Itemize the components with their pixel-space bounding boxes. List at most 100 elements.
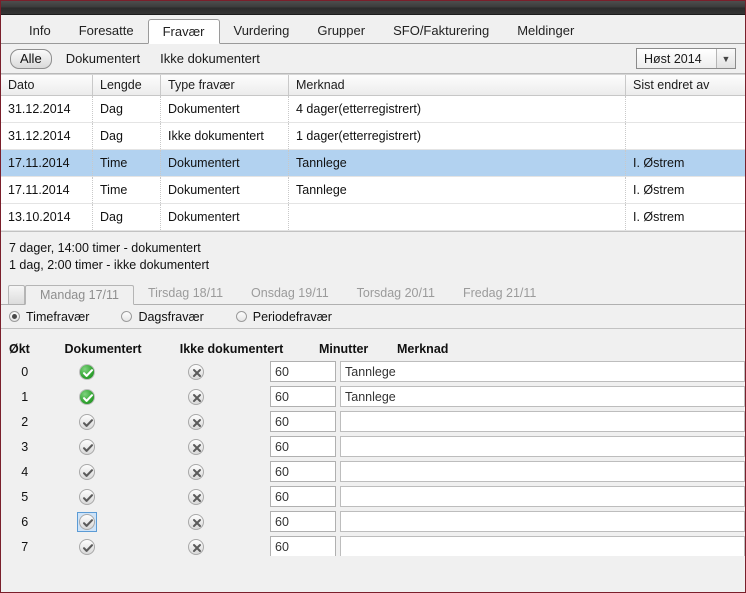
dokumentert-toggle[interactable] <box>77 462 97 482</box>
merknad-input[interactable] <box>340 536 745 556</box>
session-row: 3 <box>1 434 745 459</box>
merknad-input[interactable] <box>340 361 745 382</box>
tab-grupper[interactable]: Grupper <box>303 19 379 44</box>
minutter-input[interactable] <box>270 536 336 556</box>
radio-option-dagsfrav-r[interactable]: Dagsfravær <box>121 310 204 324</box>
check-circle-green-icon[interactable] <box>79 363 96 380</box>
chevron-down-icon: ▼ <box>716 49 735 68</box>
day-tab-torsdag-20-11[interactable]: Torsdag 20/11 <box>343 284 449 304</box>
check-circle-gray-icon[interactable] <box>79 513 96 530</box>
table-row[interactable]: 17.11.2014 Time Dokumentert Tannlege I. Østr… <box>1 177 745 204</box>
grid-cell-type: Dokumentert <box>161 96 289 122</box>
merknad-input[interactable] <box>340 436 745 457</box>
grid-col-header-sist-endret-av[interactable]: Sist endret av <box>626 75 745 95</box>
cross-circle-gray-icon[interactable] <box>188 513 205 530</box>
session-dokumentert-cell <box>48 511 126 532</box>
dokumentert-toggle[interactable] <box>77 362 97 382</box>
session-minutter-cell <box>266 461 336 482</box>
session-okt-value: 5 <box>21 490 29 504</box>
grid-col-header-lengde[interactable]: Lengde <box>93 75 161 95</box>
minutter-input[interactable] <box>270 386 336 407</box>
session-minutter-cell <box>266 436 336 457</box>
tab-vurdering[interactable]: Vurdering <box>220 19 304 44</box>
session-okt-number: 2 <box>1 414 48 429</box>
session-okt-number: 1 <box>1 389 48 404</box>
grid-cell-sist <box>626 96 745 122</box>
tab-meldinger[interactable]: Meldinger <box>503 19 588 44</box>
cross-circle-gray-icon[interactable] <box>188 413 205 430</box>
check-circle-gray-icon[interactable] <box>79 538 96 555</box>
day-tab-fredag-21-11[interactable]: Fredag 21/11 <box>449 284 550 304</box>
check-circle-green-icon[interactable] <box>79 388 96 405</box>
dokumentert-toggle[interactable] <box>77 387 97 407</box>
dokumentert-toggle[interactable] <box>77 487 97 507</box>
tab-info[interactable]: Info <box>15 19 65 44</box>
radio-button-icon[interactable] <box>9 311 20 322</box>
check-circle-gray-icon[interactable] <box>79 413 96 430</box>
minutter-input[interactable] <box>270 361 336 382</box>
session-dokumentert-cell <box>48 537 126 557</box>
cross-circle-gray-icon[interactable] <box>188 438 205 455</box>
grid-col-header-merknad[interactable]: Merknad <box>289 75 626 95</box>
session-col-header-okt: Økt <box>9 341 30 356</box>
cross-circle-gray-icon[interactable] <box>188 488 205 505</box>
grid-col-header-dato[interactable]: Dato <box>1 75 93 95</box>
grid-cell-dato: 31.12.2014 <box>1 96 93 122</box>
day-tab-mandag-17-11[interactable]: Mandag 17/11 <box>25 285 134 305</box>
day-tab-stub[interactable] <box>8 285 25 304</box>
radio-option-periodefrav-r[interactable]: Periodefravær <box>235 310 332 324</box>
merknad-input[interactable] <box>340 386 745 407</box>
tab-sfo-fakturering[interactable]: SFO/Fakturering <box>379 19 503 44</box>
minutter-input[interactable] <box>270 436 336 457</box>
radio-label: Timefravær <box>26 309 90 324</box>
radio-button-icon[interactable] <box>121 311 133 322</box>
session-row: 4 <box>1 459 745 484</box>
dokumentert-toggle[interactable] <box>77 537 97 557</box>
filter-documented-link[interactable]: Dokumentert <box>66 51 140 66</box>
filter-all-button[interactable]: Alle <box>10 48 52 69</box>
filter-undocumented-link[interactable]: Ikke dokumentert <box>160 51 260 66</box>
session-ikke-dokumentert-cell <box>126 463 266 480</box>
dokumentert-toggle[interactable] <box>77 437 97 457</box>
cross-circle-gray-icon[interactable] <box>188 388 205 405</box>
tab-foresatte[interactable]: Foresatte <box>65 19 148 44</box>
day-tab-onsdag-19-11[interactable]: Onsdag 19/11 <box>237 284 343 304</box>
check-circle-gray-icon[interactable] <box>79 463 96 480</box>
minutter-input[interactable] <box>270 486 336 507</box>
dokumentert-toggle[interactable] <box>77 511 98 532</box>
dokumentert-toggle[interactable] <box>77 412 97 432</box>
session-merknad-cell <box>336 511 745 532</box>
table-row[interactable]: 13.10.2014 Dag Dokumentert I. Østrem <box>1 204 745 231</box>
term-select[interactable]: Høst 2014 ▼ <box>636 48 736 69</box>
grid-cell-lengde: Dag <box>93 96 161 122</box>
merknad-input[interactable] <box>340 411 745 432</box>
minutter-input[interactable] <box>270 411 336 432</box>
cross-circle-gray-icon[interactable] <box>188 538 205 555</box>
table-row[interactable]: 17.11.2014 Time Dokumentert Tannlege I. Østr… <box>1 150 745 177</box>
table-row[interactable]: 31.12.2014 Dag Dokumentert 4 dager(etterreg… <box>1 96 745 123</box>
day-tab-tirsdag-18-11[interactable]: Tirsdag 18/11 <box>134 284 237 304</box>
minutter-input[interactable] <box>270 511 336 532</box>
table-row[interactable]: 31.12.2014 Dag Ikke dokumentert 1 dager(ett… <box>1 123 745 150</box>
minutter-input[interactable] <box>270 461 336 482</box>
grid-col-header-type-frav-r[interactable]: Type fravær <box>161 75 289 95</box>
grid-cell-type: Dokumentert <box>161 204 289 230</box>
radio-option-timefrav-r[interactable]: Timefravær <box>9 310 89 324</box>
check-circle-gray-icon[interactable] <box>79 488 96 505</box>
session-minutter-cell <box>266 361 336 382</box>
tab-frav-r[interactable]: Fravær <box>147 19 220 44</box>
grid-cell-sist: I. Østrem <box>633 210 685 224</box>
cross-circle-gray-icon[interactable] <box>188 363 205 380</box>
grid-cell-lengde: Dag <box>93 123 161 149</box>
session-ikke-dokumentert-cell <box>126 363 266 380</box>
grid-cell-lengde: Time <box>93 150 161 176</box>
merknad-input[interactable] <box>340 511 745 532</box>
session-row: 6 <box>1 509 745 534</box>
session-okt-number: 3 <box>1 439 48 454</box>
merknad-input[interactable] <box>340 486 745 507</box>
radio-button-icon[interactable] <box>235 311 247 322</box>
check-circle-gray-icon[interactable] <box>79 438 96 455</box>
cross-circle-gray-icon[interactable] <box>188 463 205 480</box>
merknad-input[interactable] <box>340 461 745 482</box>
session-okt-number: 6 <box>1 514 48 529</box>
